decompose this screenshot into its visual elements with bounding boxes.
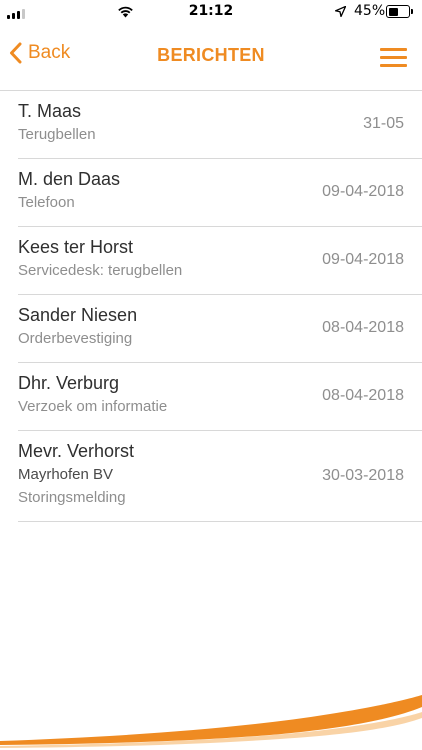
message-subject: Orderbevestiging xyxy=(18,330,133,347)
message-date: 09-04-2018 xyxy=(322,251,404,268)
message-date: 08-04-2018 xyxy=(322,387,404,404)
message-subject: Telefoon xyxy=(18,194,75,211)
status-bar: 21:12 45% xyxy=(0,0,422,24)
message-sender: M. den Daas xyxy=(18,169,121,189)
message-item[interactable]: Dhr. Verburg Verzoek om informatie 08-04… xyxy=(18,363,422,431)
message-subject: Verzoek om informatie xyxy=(18,398,168,415)
message-date: 30-03-2018 xyxy=(322,467,404,484)
page-title: BERICHTEN xyxy=(157,45,265,65)
message-list: T. Maas Terugbellen 31-05 M. den Daas Te… xyxy=(0,91,422,522)
battery-icon xyxy=(386,5,413,18)
message-item[interactable]: T. Maas Terugbellen 31-05 xyxy=(18,91,422,159)
battery-percentage: 45% xyxy=(354,3,386,19)
location-arrow-icon xyxy=(335,6,346,17)
message-sender: Mevr. Verhorst xyxy=(18,441,135,461)
message-item[interactable]: M. den Daas Telefoon 09-04-2018 xyxy=(18,159,422,227)
message-date: 09-04-2018 xyxy=(322,183,404,200)
navigation-bar: Back BERICHTEN xyxy=(0,24,422,91)
message-sender: Sander Niesen xyxy=(18,305,138,325)
message-sender: T. Maas xyxy=(18,101,82,121)
message-sender: Kees ter Horst xyxy=(18,237,134,257)
message-item[interactable]: Mevr. Verhorst Mayrhofen BV Storingsmeld… xyxy=(18,431,422,522)
hamburger-menu-icon xyxy=(380,48,407,51)
message-subject: Servicedesk: terugbellen xyxy=(18,262,183,279)
message-subject: Terugbellen xyxy=(18,126,96,143)
decorative-swoosh xyxy=(0,695,422,748)
message-item[interactable]: Kees ter Horst Servicedesk: terugbellen … xyxy=(18,227,422,295)
message-date: 31-05 xyxy=(363,115,404,132)
message-subject: Storingsmelding xyxy=(18,489,126,506)
message-date: 08-04-2018 xyxy=(322,319,404,336)
message-sender: Dhr. Verburg xyxy=(18,373,120,393)
message-item[interactable]: Sander Niesen Orderbevestiging 08-04-201… xyxy=(18,295,422,363)
message-company: Mayrhofen BV xyxy=(18,466,114,483)
menu-button[interactable] xyxy=(380,48,408,68)
